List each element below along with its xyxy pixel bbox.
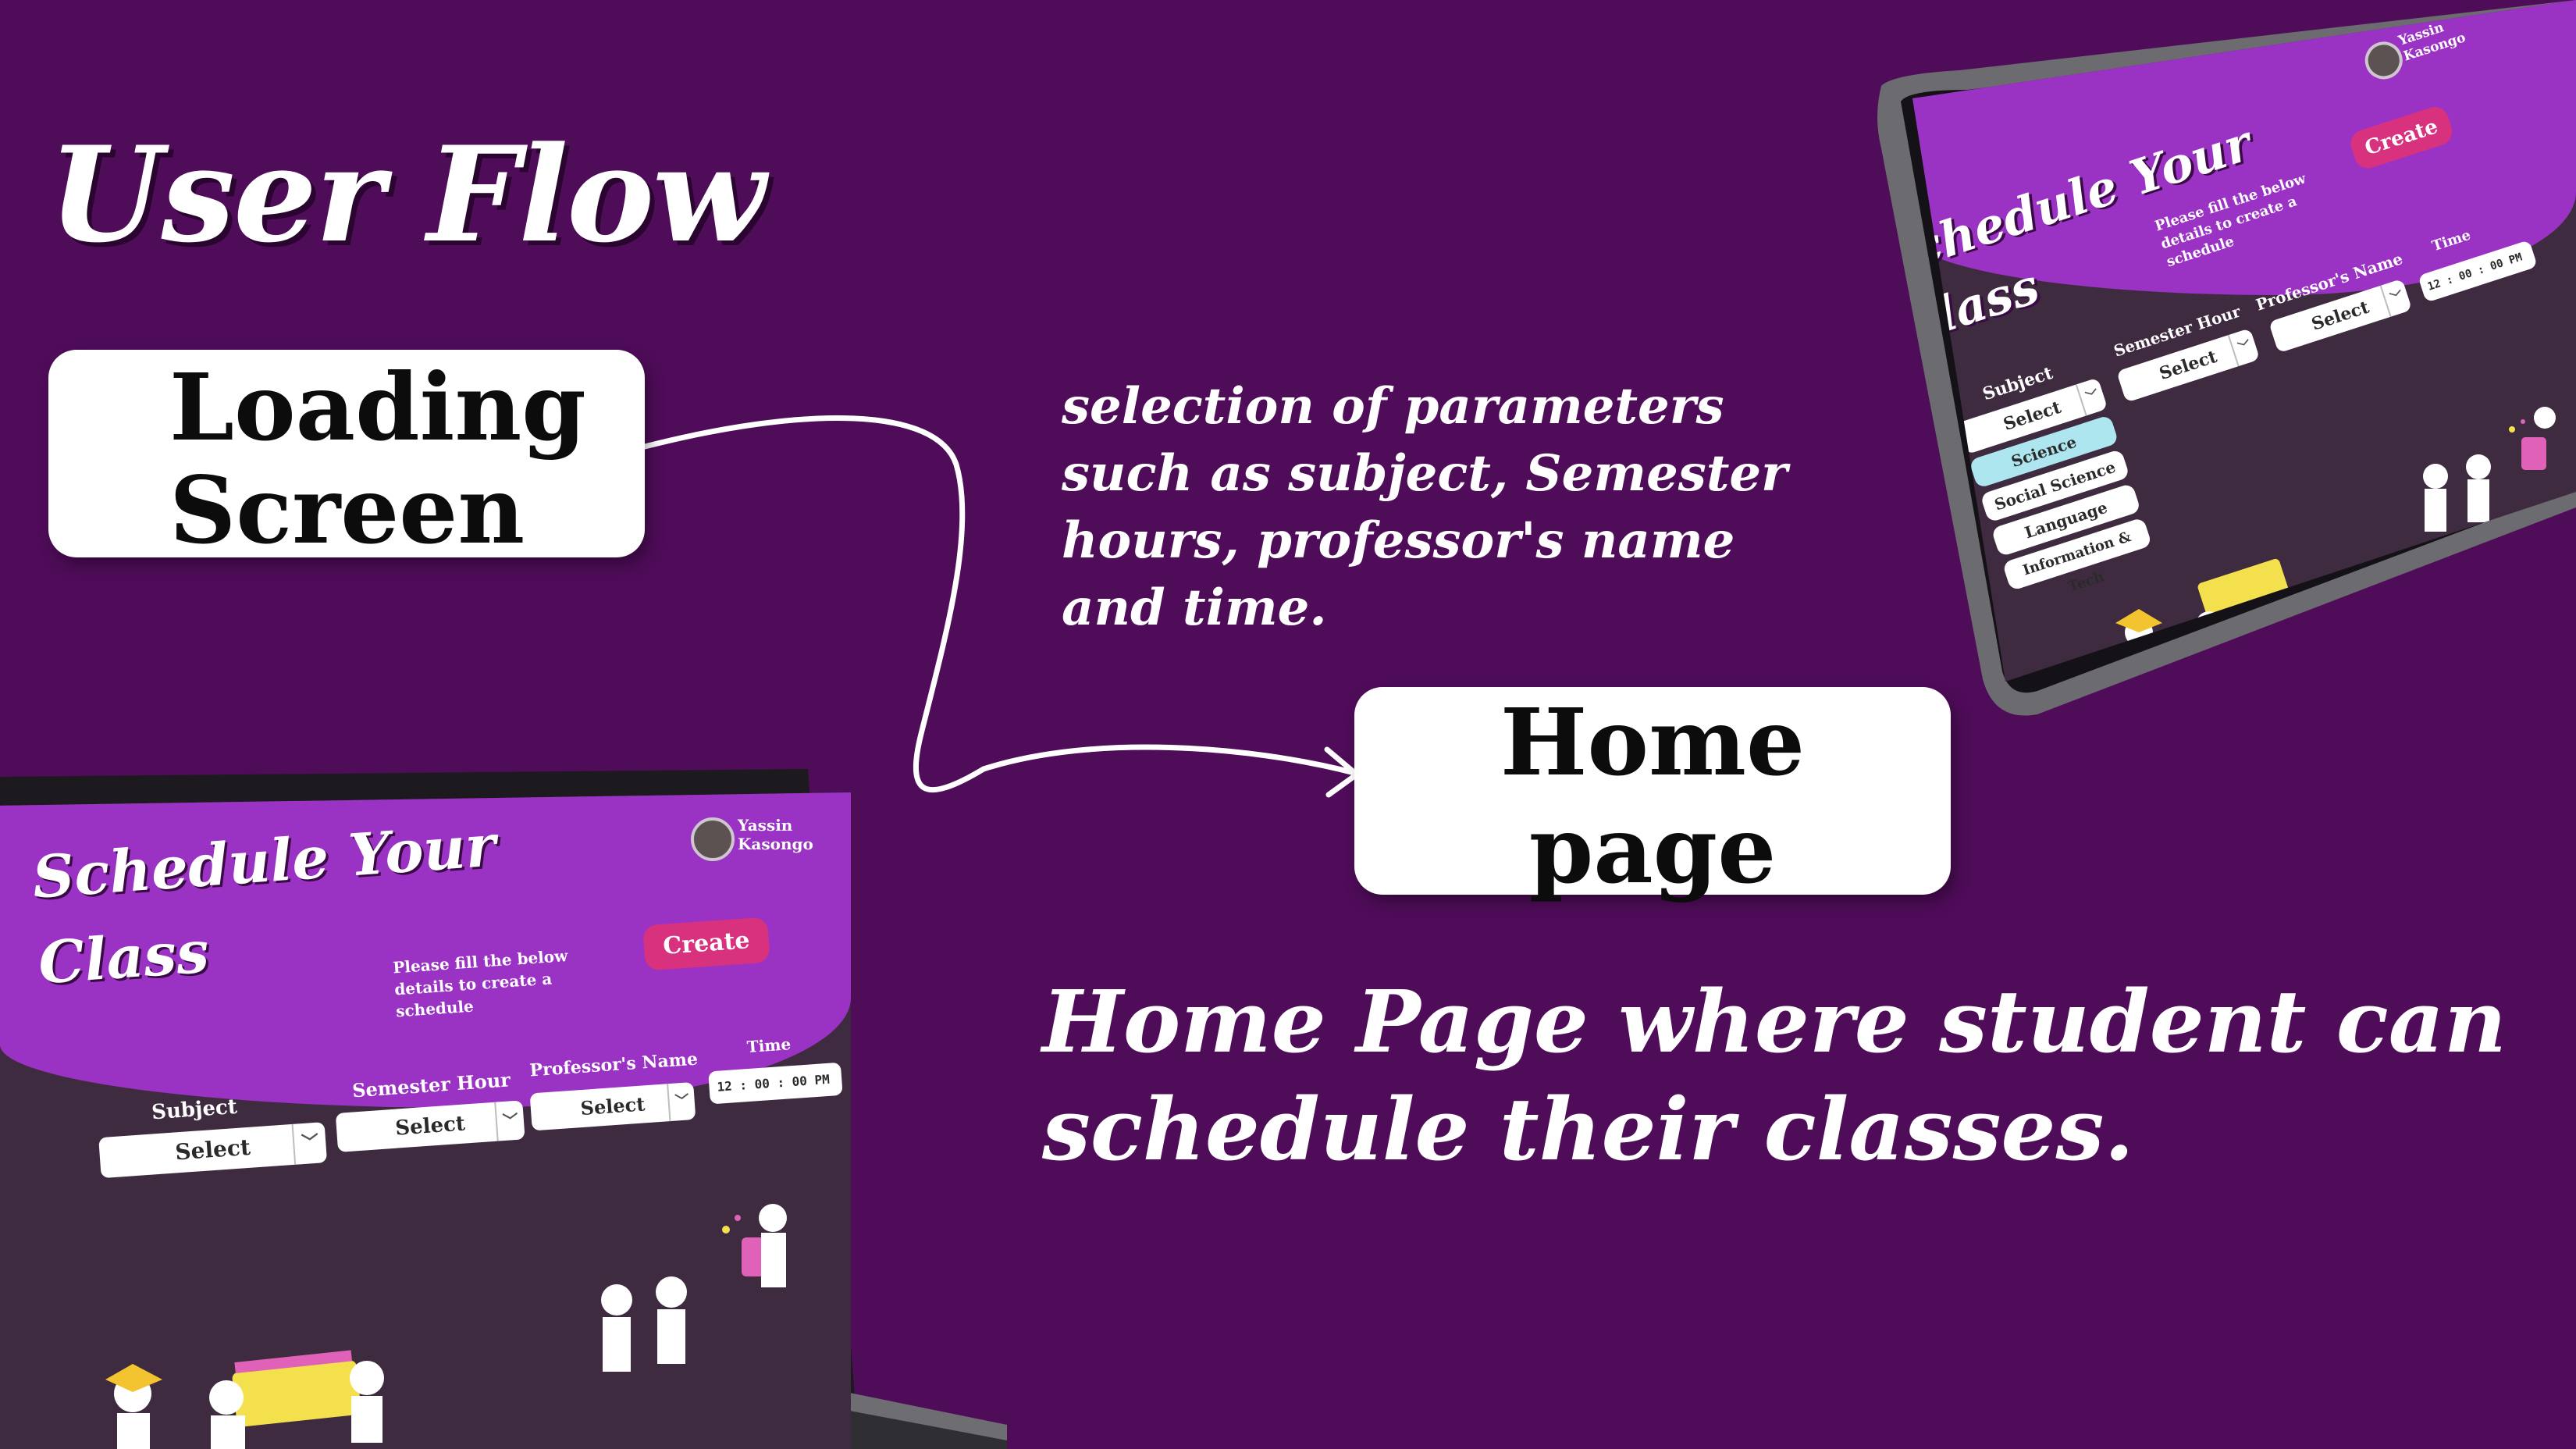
- professor-name-select[interactable]: Select ﹀: [529, 1081, 696, 1131]
- tablet-mockup: Schedule Your Class Please fill the belo…: [1858, 0, 2576, 726]
- subject-select[interactable]: Select ﹀: [98, 1122, 328, 1179]
- loading-screen-box: Loading Screen: [48, 350, 645, 562]
- create-button[interactable]: Create: [2347, 103, 2456, 173]
- loading-screen-label: Loading Screen: [169, 353, 586, 564]
- chevron-down-icon: ﹀: [667, 1081, 696, 1122]
- chevron-down-icon: ﹀: [494, 1100, 525, 1141]
- chevron-down-icon: ﹀: [2379, 278, 2413, 318]
- laptop-screen: Schedule Your Class Please fill the belo…: [0, 792, 851, 1449]
- semester-hour-label: Semester Hour: [351, 1068, 511, 1102]
- laptop-mockup: Schedule Your Class Please fill the belo…: [0, 769, 1007, 1449]
- time-label: Time: [746, 1034, 792, 1057]
- students-illustration: [105, 1204, 787, 1449]
- parameters-note: selection of parameters such as subject,…: [1062, 377, 1788, 637]
- professor-name-label: Professor's Name: [528, 1048, 699, 1081]
- time-input[interactable]: 12 : 00 : 00 PM: [708, 1062, 843, 1105]
- semester-hour-select[interactable]: Select ﹀: [335, 1100, 525, 1152]
- subject-label: Subject: [151, 1095, 238, 1125]
- chevron-down-icon: ﹀: [291, 1122, 328, 1165]
- home-page-note: Home Page where student can schedule the…: [1042, 971, 2507, 1180]
- chevron-down-icon: ﹀: [2227, 328, 2261, 367]
